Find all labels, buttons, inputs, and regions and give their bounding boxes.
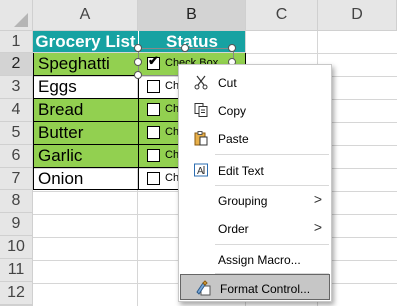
- checkbox-label: Ch: [165, 149, 180, 161]
- checkbox-label: Ch: [165, 172, 180, 184]
- row-header-label: 6: [11, 147, 21, 164]
- cell-item[interactable]: Speghatti: [33, 53, 139, 76]
- column-header-c[interactable]: C: [246, 0, 318, 31]
- checkbox[interactable]: [147, 149, 160, 162]
- row-header[interactable]: 4: [0, 99, 33, 122]
- row-header-label: 7: [11, 169, 21, 187]
- checkbox[interactable]: [147, 80, 160, 93]
- menu-item-order-label: Order: [218, 222, 249, 236]
- select-all-corner[interactable]: [0, 0, 33, 31]
- edit-text-icon: A: [194, 163, 208, 177]
- checkbox[interactable]: [147, 126, 160, 139]
- menu-item-paste-label: Paste: [218, 132, 249, 146]
- header-grocery-label: Grocery List: [35, 31, 136, 51]
- row-header-label: 5: [11, 124, 21, 141]
- resize-handle[interactable]: [134, 58, 142, 66]
- row-header-label: 1: [11, 32, 21, 50]
- menu-item-format-control[interactable]: Format Control...: [180, 274, 330, 300]
- format-control-icon: [196, 280, 211, 296]
- item-label: Eggs: [38, 77, 77, 96]
- checkbox-label: Ch: [165, 103, 180, 115]
- menu-item-copy[interactable]: Copy: [179, 97, 331, 123]
- scissors-icon: [194, 75, 208, 90]
- checkbox[interactable]: [147, 103, 160, 116]
- row-header[interactable]: 5: [0, 122, 33, 145]
- svg-text:A: A: [197, 166, 204, 177]
- menu-item-edit-text-label: Edit Text: [218, 164, 264, 178]
- cell-item[interactable]: Butter: [33, 122, 139, 145]
- checkbox[interactable]: ✔: [147, 53, 160, 70]
- copy-icon: [194, 103, 208, 117]
- menu-item-edit-text[interactable]: A Edit Text: [179, 157, 331, 183]
- row-header[interactable]: 12: [0, 282, 33, 305]
- context-menu: Cut Copy Paste A Edit Text Grouping > Or…: [178, 64, 332, 302]
- checkmark-icon: ✔: [148, 53, 159, 68]
- row-header-label: 8: [11, 192, 21, 209]
- row-header[interactable]: 8: [0, 190, 33, 213]
- row-header-label: 12: [7, 284, 25, 301]
- menu-item-grouping-label: Grouping: [218, 194, 268, 208]
- chevron-right-icon: >: [313, 191, 322, 207]
- item-label: Bread: [38, 100, 84, 119]
- row-header[interactable]: 1: [0, 31, 33, 53]
- column-header-a-label: A: [79, 6, 91, 23]
- column-header-b[interactable]: B: [138, 0, 246, 31]
- menu-item-assign-macro-label: Assign Macro...: [218, 253, 301, 267]
- menu-item-cut-label: Cut: [218, 76, 237, 90]
- menu-item-assign-macro[interactable]: Assign Macro...: [179, 246, 331, 272]
- menu-item-copy-label: Copy: [218, 104, 247, 118]
- column-header-d-label: D: [351, 6, 363, 23]
- row-header[interactable]: 11: [0, 259, 33, 282]
- row-header[interactable]: 9: [0, 213, 33, 236]
- resize-handle[interactable]: [228, 44, 236, 52]
- cell-item[interactable]: Bread: [33, 99, 139, 122]
- menu-separator: [215, 185, 329, 186]
- menu-separator: [215, 244, 329, 245]
- row-header-label: 3: [11, 78, 21, 95]
- row-header-label: 9: [11, 215, 21, 232]
- cell-item[interactable]: Eggs: [33, 76, 139, 99]
- cell-item[interactable]: Garlic: [33, 145, 139, 168]
- checkbox[interactable]: [147, 172, 160, 185]
- resize-handle[interactable]: [134, 44, 142, 52]
- item-label: Speghatti: [38, 54, 110, 73]
- menu-item-grouping[interactable]: Grouping >: [179, 187, 331, 213]
- row-header-label: 2: [11, 55, 21, 72]
- checkbox-label: Ch: [165, 126, 180, 138]
- row-header-label: 4: [11, 101, 21, 118]
- column-header-b-label: B: [186, 6, 197, 23]
- cell-header-grocery[interactable]: Grocery List: [33, 31, 139, 53]
- column-header-d[interactable]: D: [318, 0, 397, 31]
- menu-item-paste[interactable]: Paste: [179, 125, 331, 151]
- row-header[interactable]: 2: [0, 53, 33, 76]
- checkbox-label: Ch: [165, 80, 180, 92]
- row-header[interactable]: 10: [0, 236, 33, 259]
- resize-handle[interactable]: [181, 44, 189, 52]
- menu-separator: [215, 154, 329, 155]
- menu-item-cut[interactable]: Cut: [179, 69, 331, 95]
- row-header[interactable]: 6: [0, 145, 33, 168]
- clipboard-paste-icon: [194, 131, 208, 146]
- chevron-right-icon: >: [313, 219, 322, 235]
- item-label: Onion: [38, 168, 84, 188]
- menu-item-format-control-label: Format Control...: [220, 282, 311, 296]
- select-all-triangle-icon: [14, 12, 28, 27]
- row-header-label: 11: [7, 261, 25, 278]
- row-header-label: 10: [7, 238, 25, 255]
- cell-item[interactable]: Onion: [33, 168, 139, 190]
- column-header-a[interactable]: A: [33, 0, 138, 31]
- row-header[interactable]: 3: [0, 76, 33, 99]
- item-label: Garlic: [38, 146, 83, 165]
- menu-item-order[interactable]: Order >: [179, 215, 331, 241]
- column-header-c-label: C: [275, 6, 288, 23]
- item-label: Butter: [38, 123, 84, 142]
- row-header[interactable]: 7: [0, 168, 33, 190]
- resize-handle[interactable]: [134, 71, 142, 79]
